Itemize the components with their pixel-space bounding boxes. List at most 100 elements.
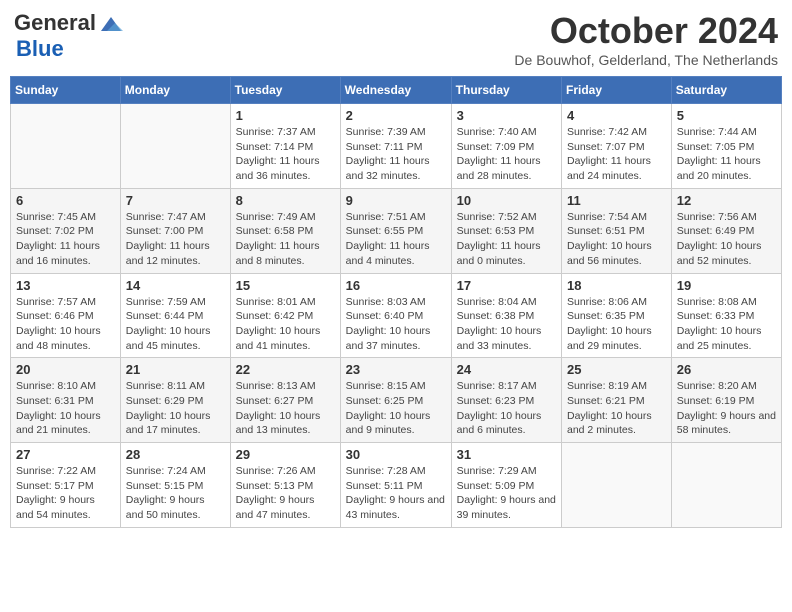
day-number: 21 (126, 362, 225, 377)
day-info: Sunrise: 8:06 AMSunset: 6:35 PMDaylight:… (567, 295, 666, 354)
calendar-cell: 26 Sunrise: 8:20 AMSunset: 6:19 PMDayligh… (671, 358, 781, 443)
calendar-cell: 22 Sunrise: 8:13 AMSunset: 6:27 PMDayligh… (230, 358, 340, 443)
day-info: Sunrise: 7:29 AMSunset: 5:09 PMDaylight:… (457, 464, 556, 523)
calendar-cell: 13Sunrise: 7:57 AMSunset: 6:46 PMDayligh… (11, 273, 121, 358)
day-info: Sunrise: 8:10 AMSunset: 6:31 PMDaylight:… (16, 379, 115, 438)
day-info: Sunrise: 8:15 AMSunset: 6:25 PMDaylight:… (346, 379, 446, 438)
day-number: 14 (126, 278, 225, 293)
day-number: 27 (16, 447, 115, 462)
day-info: Sunrise: 7:45 AMSunset: 7:02 PMDaylight:… (16, 210, 115, 269)
calendar-cell (562, 443, 672, 528)
day-info: Sunrise: 7:28 AMSunset: 5:11 PMDaylight:… (346, 464, 446, 523)
calendar-cell: 20 Sunrise: 8:10 AMSunset: 6:31 PMDayligh… (11, 358, 121, 443)
day-info: Sunrise: 7:40 AMSunset: 7:09 PMDaylight:… (457, 125, 556, 184)
day-number: 15 (236, 278, 335, 293)
calendar-table: SundayMondayTuesdayWednesdayThursdayFrid… (10, 76, 782, 528)
logo-text: General (14, 10, 126, 36)
calendar-week-row: 6 Sunrise: 7:45 AMSunset: 7:02 PMDaylight… (11, 188, 782, 273)
day-number: 2 (346, 108, 446, 123)
day-info: Sunrise: 8:11 AMSunset: 6:29 PMDaylight:… (126, 379, 225, 438)
day-number: 20 (16, 362, 115, 377)
calendar-cell: 5Sunrise: 7:44 AMSunset: 7:05 PMDaylight… (671, 104, 781, 189)
calendar-cell: 15 Sunrise: 8:01 AMSunset: 6:42 PMDayligh… (230, 273, 340, 358)
calendar-cell (120, 104, 230, 189)
day-header-wednesday: Wednesday (340, 77, 451, 104)
day-info: Sunrise: 8:13 AMSunset: 6:27 PMDaylight:… (236, 379, 335, 438)
day-number: 3 (457, 108, 556, 123)
location-subtitle: De Bouwhof, Gelderland, The Netherlands (514, 52, 778, 68)
calendar-week-row: 20 Sunrise: 8:10 AMSunset: 6:31 PMDayligh… (11, 358, 782, 443)
logo-general: General (14, 10, 96, 35)
month-title: October 2024 (514, 10, 778, 52)
day-info: Sunrise: 7:37 AMSunset: 7:14 PMDaylight:… (236, 125, 335, 184)
day-info: Sunrise: 7:59 AMSunset: 6:44 PMDaylight:… (126, 295, 225, 354)
day-info: Sunrise: 7:47 AMSunset: 7:00 PMDaylight:… (126, 210, 225, 269)
calendar-cell: 14 Sunrise: 7:59 AMSunset: 6:44 PMDayligh… (120, 273, 230, 358)
day-number: 7 (126, 193, 225, 208)
day-number: 5 (677, 108, 776, 123)
day-info: Sunrise: 8:03 AMSunset: 6:40 PMDaylight:… (346, 295, 446, 354)
day-number: 31 (457, 447, 556, 462)
calendar-cell: 7 Sunrise: 7:47 AMSunset: 7:00 PMDaylight… (120, 188, 230, 273)
calendar-cell: 2 Sunrise: 7:39 AMSunset: 7:11 PMDaylight… (340, 104, 451, 189)
day-number: 8 (236, 193, 335, 208)
calendar-cell: 1 Sunrise: 7:37 AMSunset: 7:14 PMDaylight… (230, 104, 340, 189)
calendar-cell: 6 Sunrise: 7:45 AMSunset: 7:02 PMDaylight… (11, 188, 121, 273)
day-header-monday: Monday (120, 77, 230, 104)
day-info: Sunrise: 7:54 AMSunset: 6:51 PMDaylight:… (567, 210, 666, 269)
calendar-cell: 10Sunrise: 7:52 AMSunset: 6:53 PMDayligh… (451, 188, 561, 273)
logo: General Blue (14, 10, 126, 62)
calendar-cell: 8 Sunrise: 7:49 AMSunset: 6:58 PMDaylight… (230, 188, 340, 273)
page-header: General Blue October 2024 De Bouwhof, Ge… (10, 10, 782, 68)
calendar-cell (671, 443, 781, 528)
day-number: 18 (567, 278, 666, 293)
day-info: Sunrise: 8:20 AMSunset: 6:19 PMDaylight:… (677, 379, 776, 438)
day-info: Sunrise: 8:17 AMSunset: 6:23 PMDaylight:… (457, 379, 556, 438)
day-info: Sunrise: 7:22 AMSunset: 5:17 PMDaylight:… (16, 464, 115, 523)
logo-icon (97, 13, 125, 35)
day-info: Sunrise: 7:39 AMSunset: 7:11 PMDaylight:… (346, 125, 446, 184)
day-info: Sunrise: 7:26 AMSunset: 5:13 PMDaylight:… (236, 464, 335, 523)
day-number: 24 (457, 362, 556, 377)
day-header-thursday: Thursday (451, 77, 561, 104)
day-number: 16 (346, 278, 446, 293)
day-number: 25 (567, 362, 666, 377)
day-info: Sunrise: 7:56 AMSunset: 6:49 PMDaylight:… (677, 210, 776, 269)
day-number: 6 (16, 193, 115, 208)
day-number: 22 (236, 362, 335, 377)
day-header-tuesday: Tuesday (230, 77, 340, 104)
day-info: Sunrise: 8:01 AMSunset: 6:42 PMDaylight:… (236, 295, 335, 354)
calendar-cell: 3 Sunrise: 7:40 AMSunset: 7:09 PMDaylight… (451, 104, 561, 189)
day-number: 9 (346, 193, 446, 208)
calendar-cell: 16 Sunrise: 8:03 AMSunset: 6:40 PMDayligh… (340, 273, 451, 358)
calendar-cell: 9 Sunrise: 7:51 AMSunset: 6:55 PMDaylight… (340, 188, 451, 273)
calendar-cell: 31 Sunrise: 7:29 AMSunset: 5:09 PMDayligh… (451, 443, 561, 528)
day-header-friday: Friday (562, 77, 672, 104)
day-number: 30 (346, 447, 446, 462)
day-info: Sunrise: 7:51 AMSunset: 6:55 PMDaylight:… (346, 210, 446, 269)
calendar-week-row: 27 Sunrise: 7:22 AMSunset: 5:17 PMDayligh… (11, 443, 782, 528)
day-info: Sunrise: 8:19 AMSunset: 6:21 PMDaylight:… (567, 379, 666, 438)
calendar-cell: 23 Sunrise: 8:15 AMSunset: 6:25 PMDayligh… (340, 358, 451, 443)
calendar-cell: 29Sunrise: 7:26 AMSunset: 5:13 PMDayligh… (230, 443, 340, 528)
calendar-cell: 12 Sunrise: 7:56 AMSunset: 6:49 PMDayligh… (671, 188, 781, 273)
day-number: 12 (677, 193, 776, 208)
day-info: Sunrise: 8:08 AMSunset: 6:33 PMDaylight:… (677, 295, 776, 354)
day-header-saturday: Saturday (671, 77, 781, 104)
day-number: 17 (457, 278, 556, 293)
title-section: October 2024 De Bouwhof, Gelderland, The… (514, 10, 778, 68)
day-number: 4 (567, 108, 666, 123)
day-number: 13 (16, 278, 115, 293)
calendar-cell: 25 Sunrise: 8:19 AMSunset: 6:21 PMDayligh… (562, 358, 672, 443)
calendar-cell: 11Sunrise: 7:54 AMSunset: 6:51 PMDayligh… (562, 188, 672, 273)
calendar-cell: 17Sunrise: 8:04 AMSunset: 6:38 PMDayligh… (451, 273, 561, 358)
day-number: 28 (126, 447, 225, 462)
day-info: Sunrise: 7:49 AMSunset: 6:58 PMDaylight:… (236, 210, 335, 269)
calendar-cell: 24 Sunrise: 8:17 AMSunset: 6:23 PMDayligh… (451, 358, 561, 443)
calendar-cell: 19Sunrise: 8:08 AMSunset: 6:33 PMDayligh… (671, 273, 781, 358)
calendar-cell: 28Sunrise: 7:24 AMSunset: 5:15 PMDayligh… (120, 443, 230, 528)
day-number: 23 (346, 362, 446, 377)
day-number: 1 (236, 108, 335, 123)
day-number: 26 (677, 362, 776, 377)
calendar-cell (11, 104, 121, 189)
